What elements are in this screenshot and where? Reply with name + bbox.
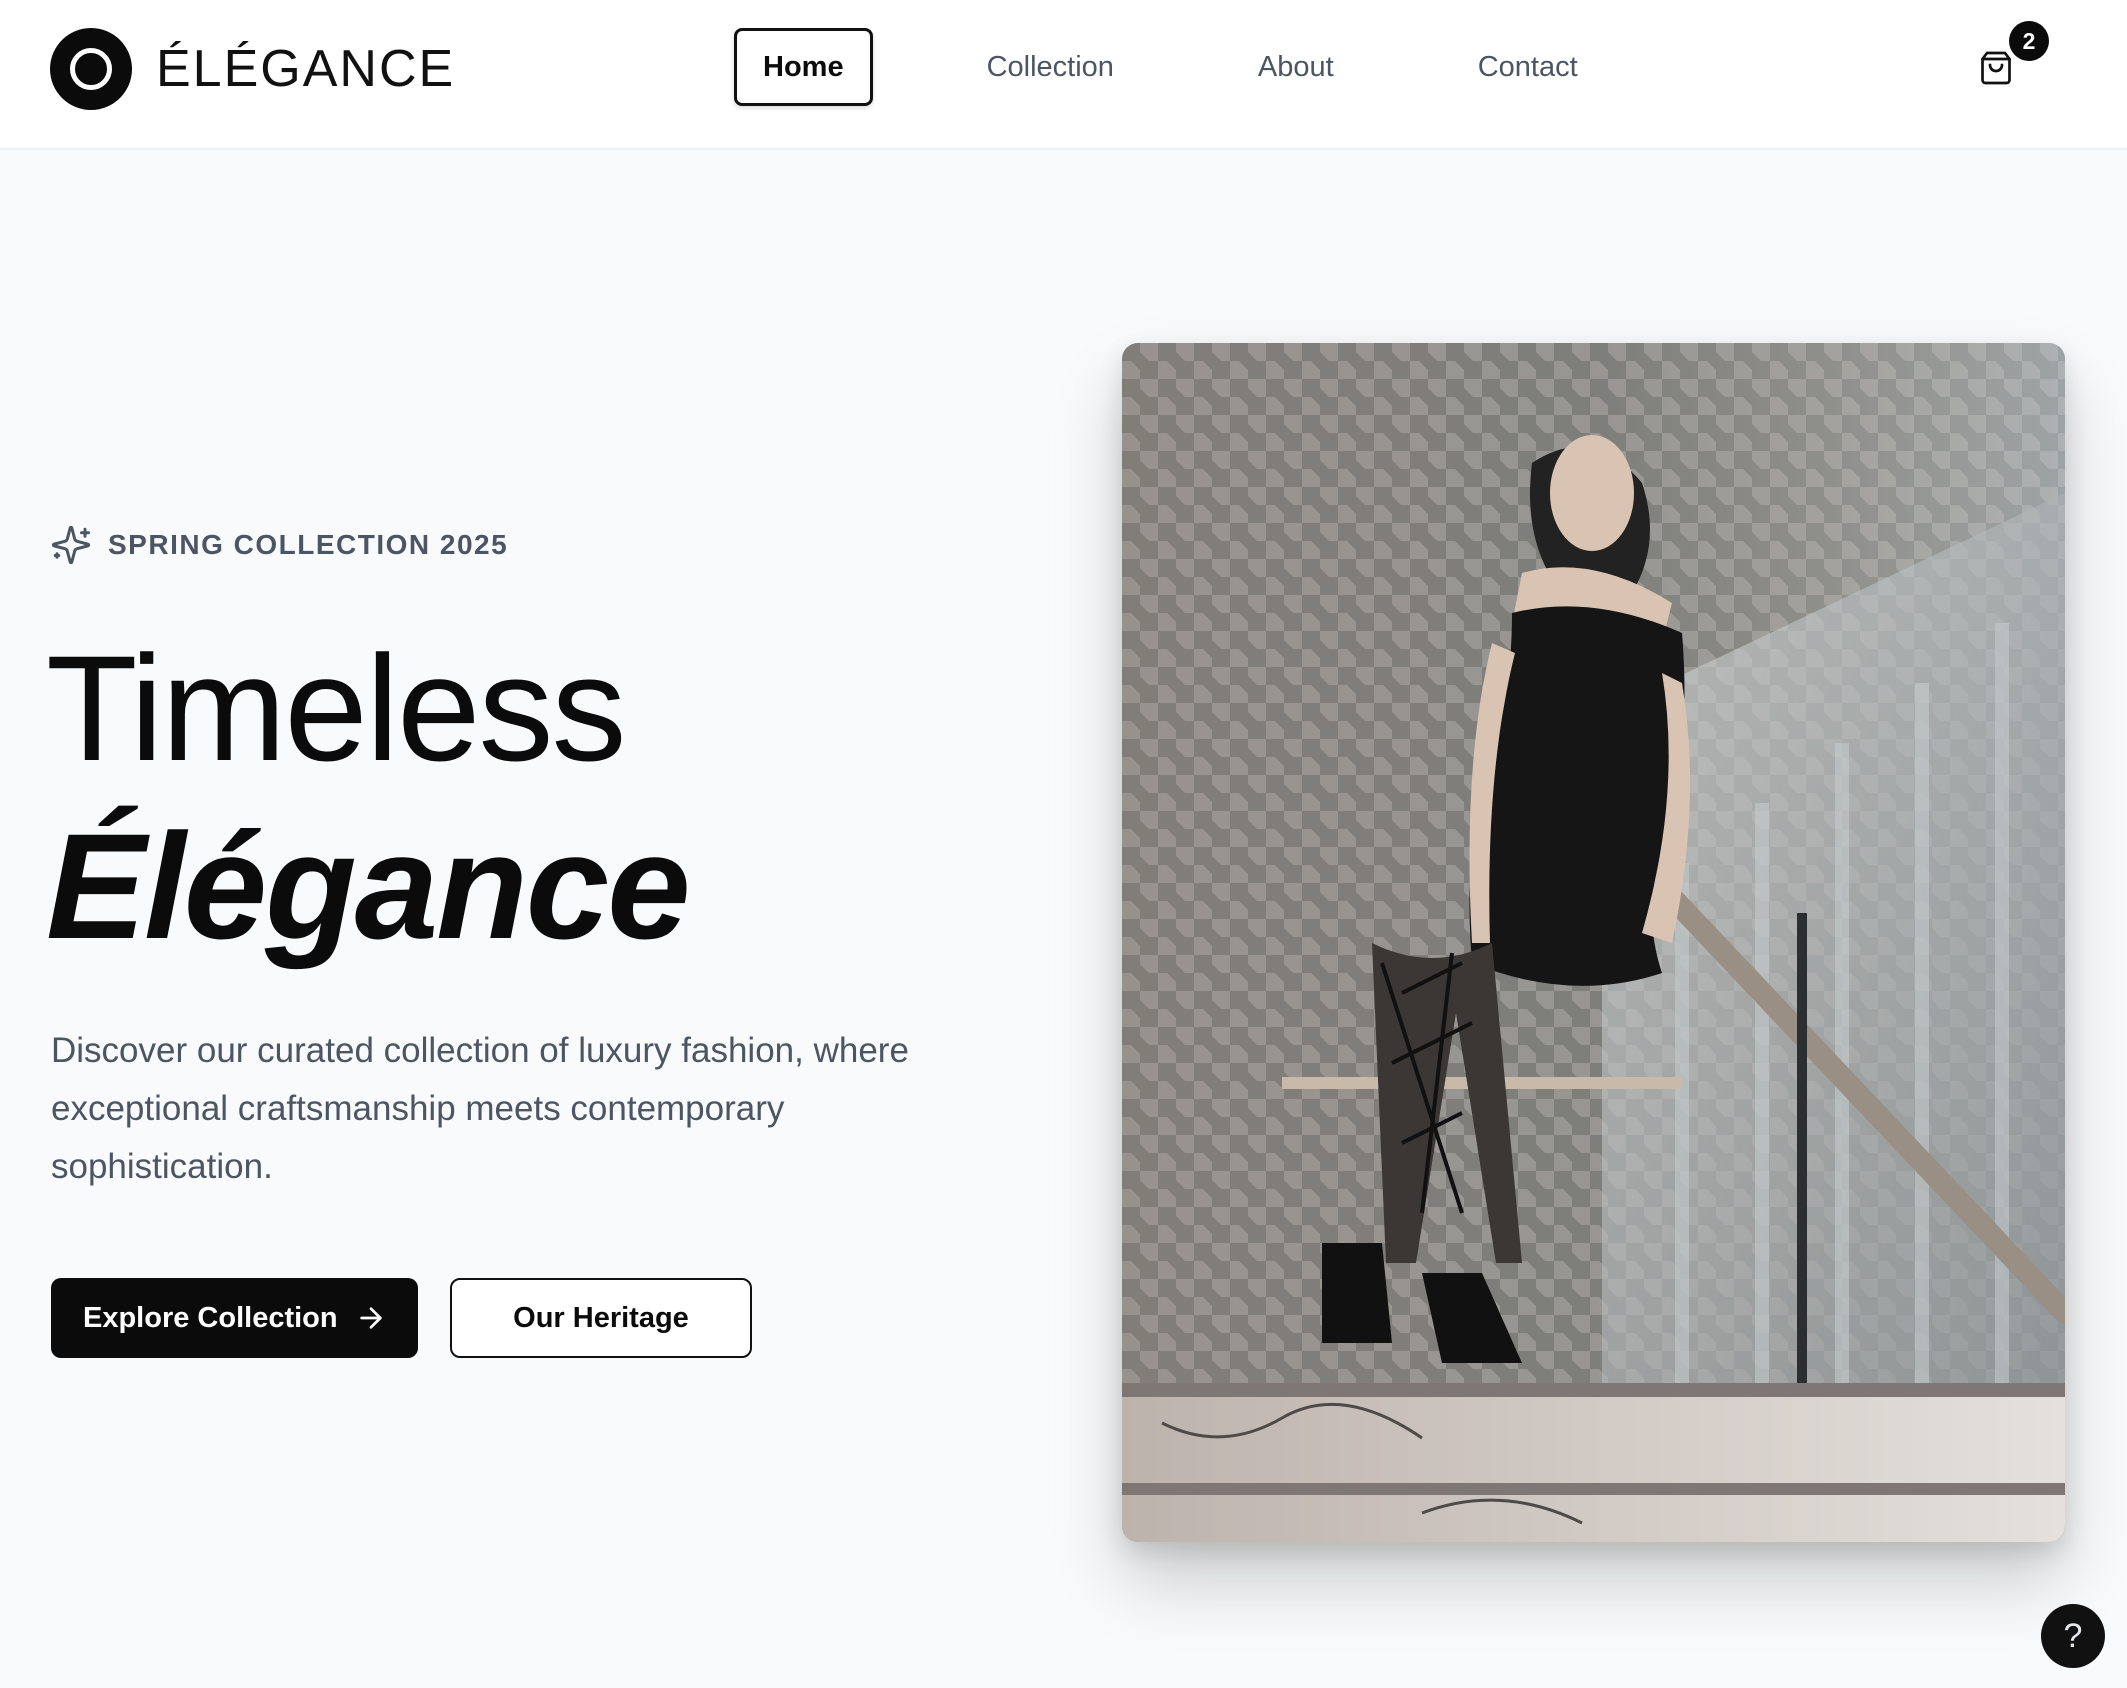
explore-collection-label: Explore Collection xyxy=(83,1301,338,1334)
shopping-bag-icon[interactable] xyxy=(1978,50,2014,86)
nav-about[interactable]: About xyxy=(1232,28,1360,106)
brand-name: ÉLÉGANCE xyxy=(156,40,456,98)
our-heritage-button[interactable]: Our Heritage xyxy=(450,1278,752,1358)
our-heritage-label: Our Heritage xyxy=(513,1301,689,1334)
main-nav: Home Collection About Contact xyxy=(734,28,1604,106)
hero-title-line1: Timeless xyxy=(46,624,627,792)
circle-logo-icon xyxy=(50,28,132,110)
arrow-right-icon xyxy=(360,1307,382,1329)
collection-eyebrow: SPRING COLLECTION 2025 xyxy=(50,524,508,566)
hero-title-line2: Élégance xyxy=(46,802,691,970)
nav-home[interactable]: Home xyxy=(734,28,873,106)
sparkles-icon xyxy=(51,525,91,565)
explore-collection-button[interactable]: Explore Collection xyxy=(51,1278,418,1358)
nav-contact[interactable]: Contact xyxy=(1452,28,1604,106)
hero-image xyxy=(1122,343,2065,1542)
help-icon: ? xyxy=(2063,1617,2083,1655)
brand-logo[interactable]: ÉLÉGANCE xyxy=(50,28,455,110)
hero-description: Discover our curated collection of luxur… xyxy=(51,1031,909,1186)
nav-collection[interactable]: Collection xyxy=(961,28,1140,106)
eyebrow-text: SPRING COLLECTION 2025 xyxy=(108,529,509,560)
site-header: ÉLÉGANCE Home Collection About Contact 2 xyxy=(0,0,2127,150)
help-button[interactable]: ? xyxy=(2041,1604,2105,1668)
cart-count-badge: 2 xyxy=(2009,21,2049,61)
